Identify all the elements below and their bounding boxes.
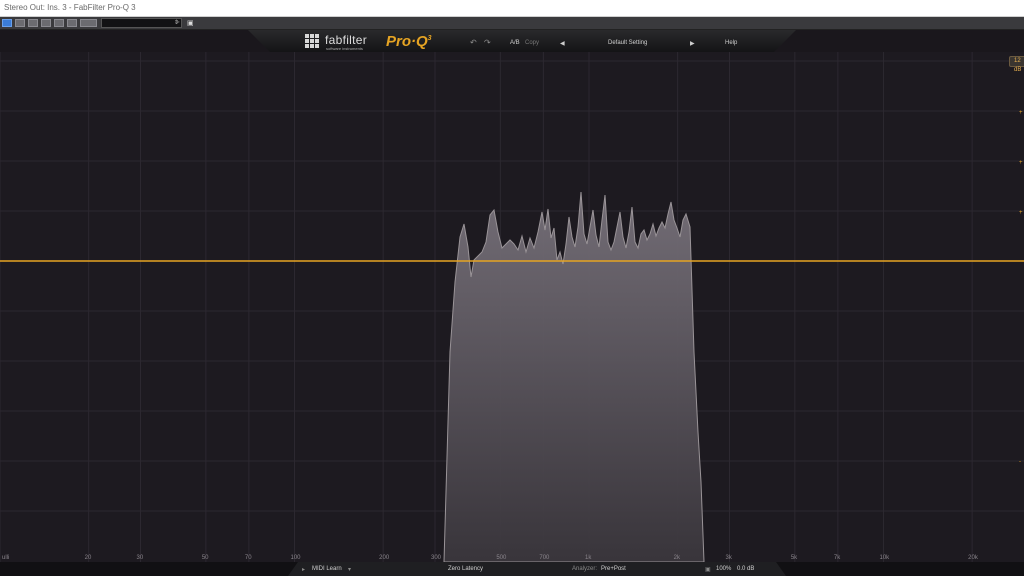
eq-display[interactable]: + + + - ulli 20 30 50 70 100 200 300 500 700 1k 2k 3… <box>0 52 1024 562</box>
camera-icon[interactable]: ▣ <box>187 19 194 27</box>
freq-label: 1k <box>585 555 592 561</box>
gain-tick-4: - <box>1019 459 1021 465</box>
gain-tick-3: + <box>1019 210 1023 216</box>
routing-button[interactable] <box>67 19 77 27</box>
preset-name[interactable]: Default Setting <box>608 40 647 46</box>
gain-scale-badge[interactable]: 12 dB <box>1009 56 1024 73</box>
bottom-panel <box>288 562 786 576</box>
redo-button[interactable]: ↷ <box>484 38 491 47</box>
window-title: Stereo Out: Ins. 3 - FabFilter Pro-Q 3 <box>4 3 136 12</box>
freq-label: 3k <box>726 555 733 561</box>
latency-mode[interactable]: Zero Latency <box>448 566 483 572</box>
undo-button[interactable]: ↶ <box>470 38 477 47</box>
io-button[interactable] <box>54 19 64 27</box>
preset-menu-button[interactable] <box>80 19 97 27</box>
brand-subtitle: software instruments <box>326 46 363 51</box>
prev-preset-button[interactable]: ◀ <box>560 40 565 47</box>
output-gain[interactable]: 0.0 dB <box>737 566 754 572</box>
ab-button[interactable]: A/B <box>510 40 520 46</box>
preset-options-icon[interactable]: ◦ <box>177 19 179 26</box>
freq-label: ulli <box>2 555 9 561</box>
midi-dropdown-icon[interactable]: ▾ <box>348 566 351 573</box>
window-titlebar: Stereo Out: Ins. 3 - FabFilter Pro-Q 3 <box>0 0 1024 17</box>
host-toolbar: ⇕ ◦ ▣ <box>0 17 1024 30</box>
freq-label: 5k <box>791 555 798 561</box>
compare-button[interactable] <box>28 19 38 27</box>
eq-graph-svg[interactable]: + + + - ulli 20 30 50 70 100 200 300 500 700 1k 2k 3… <box>0 52 1024 562</box>
gain-tick-1: + <box>1019 110 1023 116</box>
freq-label: 50 <box>202 555 209 561</box>
freq-label: 200 <box>379 555 390 561</box>
product-logo: Pro·Q3 <box>386 33 432 50</box>
freq-label: 2k <box>674 555 681 561</box>
bypass-button[interactable] <box>15 19 25 27</box>
midi-learn-button[interactable]: MIDI Learn <box>312 566 342 572</box>
help-button[interactable]: Help <box>725 40 737 46</box>
zoom-value[interactable]: 100% <box>716 566 731 572</box>
freq-label: 300 <box>431 555 442 561</box>
gain-tick-2: + <box>1019 160 1023 166</box>
product-name: Pro·Q <box>386 33 428 50</box>
freq-label: 7k <box>834 555 841 561</box>
freq-label: 20k <box>968 555 979 561</box>
power-button[interactable] <box>2 19 12 27</box>
settings-button[interactable] <box>41 19 51 27</box>
freq-label: 30 <box>137 555 144 561</box>
analyzer-mode[interactable]: Pre+Post <box>601 566 626 572</box>
next-preset-button[interactable]: ▶ <box>690 40 695 47</box>
bottom-bar: ▸ MIDI Learn ▾ Zero Latency Analyzer: Pr… <box>0 562 1024 576</box>
spectrum-analyzer <box>443 191 705 562</box>
freq-label: 500 <box>496 555 507 561</box>
zoom-icon[interactable]: ▣ <box>705 566 711 573</box>
brand-name: fabfilter <box>325 33 368 47</box>
preset-field[interactable]: ⇕ <box>101 18 182 28</box>
freq-label: 700 <box>539 555 550 561</box>
fabfilter-logo-icon <box>305 34 321 48</box>
product-version: 3 <box>427 35 432 42</box>
freq-label: 10k <box>879 555 890 561</box>
freq-label: 100 <box>290 555 301 561</box>
gain-scale-ticks: + + + - <box>1019 110 1023 465</box>
midi-menu-icon[interactable]: ▸ <box>302 566 305 573</box>
freq-label: 20 <box>85 555 92 561</box>
freq-label: 70 <box>245 555 252 561</box>
analyzer-label: Analyzer: <box>572 566 598 572</box>
copy-button[interactable]: Copy <box>525 40 539 46</box>
